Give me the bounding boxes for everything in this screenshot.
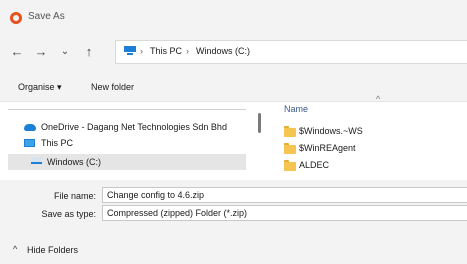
folder-icon (284, 160, 296, 171)
title-bar (0, 0, 467, 34)
folder-icon (284, 126, 296, 137)
sidebar-divider (8, 109, 246, 110)
breadcrumb-separator: › (186, 46, 189, 56)
sort-ascending-icon: ^ (376, 94, 381, 104)
filename-label: File name: (53, 191, 96, 201)
drive-icon (31, 157, 42, 164)
up-button[interactable]: ↑ (80, 43, 98, 61)
sidebar-scrollbar[interactable] (258, 113, 261, 133)
sidebar-selected-highlight (8, 154, 246, 170)
folder-icon (284, 143, 296, 154)
list-item[interactable]: $WinREAgent (299, 143, 356, 153)
hide-folders-button[interactable]: Hide Folders (27, 245, 78, 255)
list-item[interactable]: ALDEC (299, 160, 329, 170)
window-title: Save As (28, 11, 65, 22)
breadcrumb-separator: › (140, 46, 143, 56)
sidebar-item-this-pc[interactable]: This PC (41, 138, 73, 148)
sidebar-item-windows-c[interactable]: Windows (C:) (47, 157, 101, 167)
breadcrumb-this-pc[interactable]: This PC (150, 46, 182, 56)
forward-button[interactable]: → (32, 43, 50, 61)
chevron-up-icon: ^ (13, 244, 18, 254)
new-folder-button[interactable]: New folder (91, 82, 134, 92)
cloud-icon (24, 124, 36, 131)
breadcrumb-windows-c[interactable]: Windows (C:) (196, 46, 250, 56)
computer-icon (124, 46, 136, 55)
save-type-select[interactable]: Compressed (zipped) Folder (*.zip) (102, 205, 467, 221)
back-button[interactable]: ← (8, 43, 26, 61)
filename-input[interactable]: Change config to 4.6.zip (102, 187, 467, 203)
organise-menu-button[interactable]: Organise ▾ (18, 82, 62, 93)
recent-locations-button[interactable]: ⌄ (56, 43, 74, 61)
list-item[interactable]: $Windows.~WS (299, 126, 363, 136)
command-bar (0, 72, 467, 102)
sidebar-item-onedrive[interactable]: OneDrive - Dagang Net Technologies Sdn B… (41, 122, 227, 132)
save-type-label: Save as type: (41, 209, 96, 219)
column-header-name[interactable]: Name (284, 104, 308, 114)
computer-icon (24, 139, 35, 147)
app-icon (10, 12, 22, 24)
